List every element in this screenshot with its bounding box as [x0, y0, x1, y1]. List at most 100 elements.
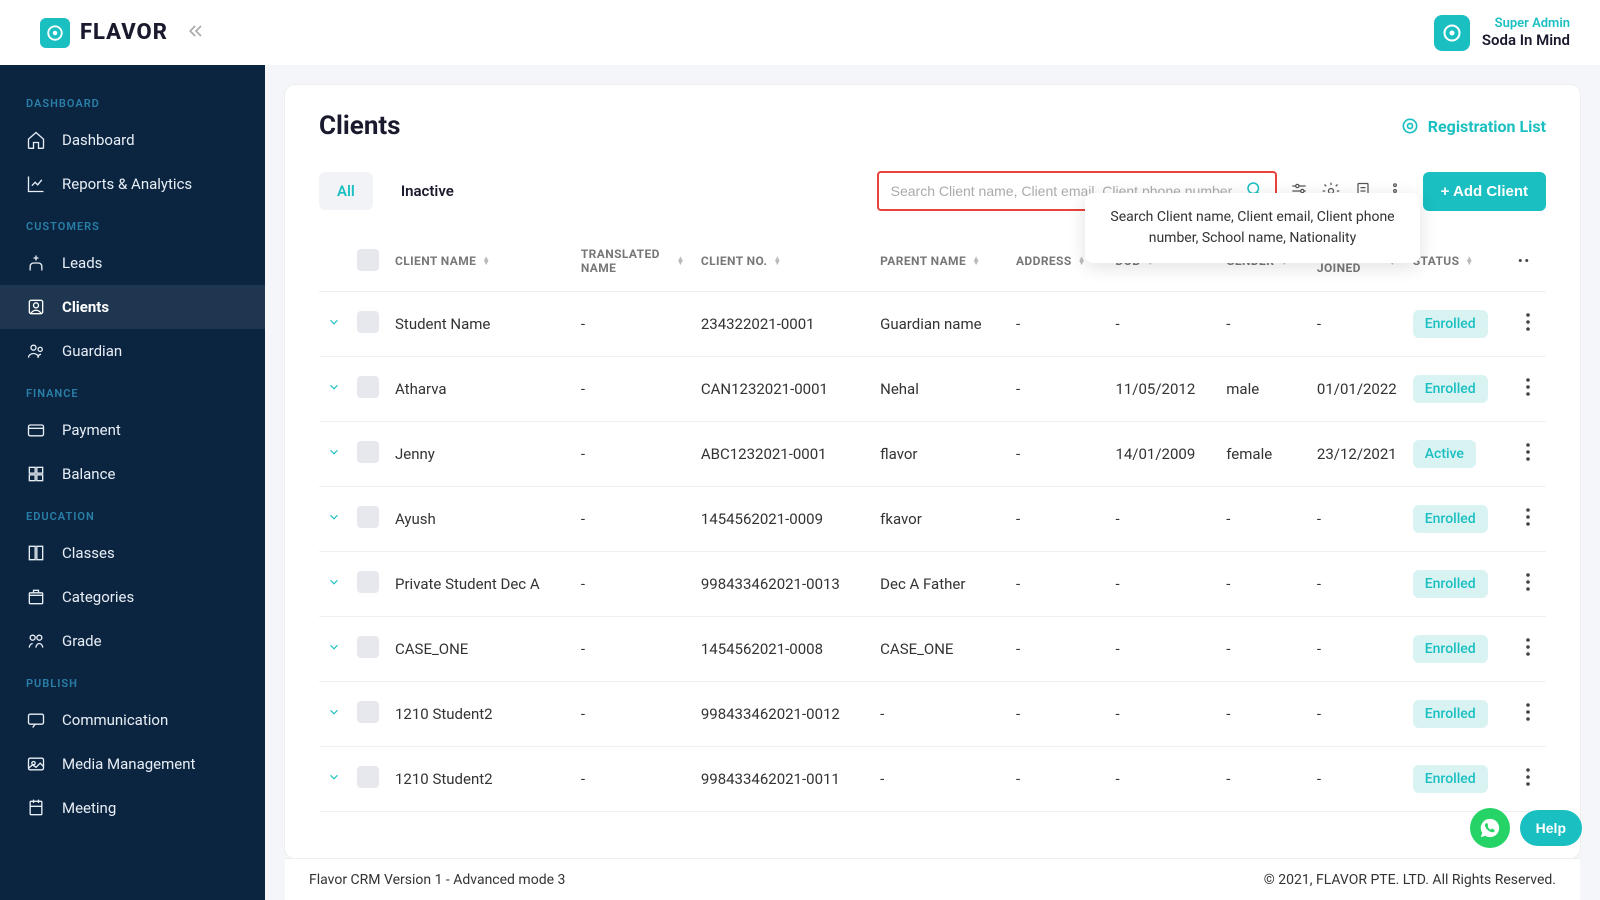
cell-gender: female — [1218, 422, 1309, 487]
copyright-text: © 2021, FLAVOR PTE. LTD. All Rights Rese… — [1264, 872, 1556, 888]
cell-parent-name: flavor — [872, 422, 1008, 487]
table-row: 1210 Student2-998433462021-0012-----Enro… — [319, 682, 1546, 747]
home-icon — [26, 130, 46, 150]
status-badge: Enrolled — [1413, 505, 1488, 533]
chevron-down-icon[interactable] — [327, 445, 341, 463]
sidebar-item-payment[interactable]: Payment — [0, 408, 265, 452]
row-checkbox[interactable] — [357, 571, 379, 593]
avatar-icon — [1434, 15, 1470, 51]
cell-date-joined: - — [1309, 617, 1405, 682]
grid-icon — [26, 464, 46, 484]
user-box-icon — [26, 297, 46, 317]
select-all-checkbox[interactable] — [357, 249, 379, 271]
user-role: Super Admin — [1495, 16, 1570, 31]
whatsapp-button[interactable] — [1470, 808, 1510, 848]
sidebar-item-communication[interactable]: Communication — [0, 698, 265, 742]
sidebar-item-label: Media Management — [62, 755, 195, 773]
row-checkbox[interactable] — [357, 506, 379, 528]
sidebar: DASHBOARDDashboardReports & AnalyticsCUS… — [0, 65, 265, 900]
row-menu-icon[interactable] — [1518, 317, 1538, 335]
add-client-button[interactable]: + Add Client — [1423, 172, 1546, 211]
sidebar-item-reports-analytics[interactable]: Reports & Analytics — [0, 162, 265, 206]
row-menu-icon[interactable] — [1518, 577, 1538, 595]
cell-client-name: 1210 Student2 — [387, 747, 573, 812]
chevron-down-icon[interactable] — [327, 575, 341, 593]
sidebar-collapse-button[interactable] — [186, 21, 206, 45]
cell-client-name: Private Student Dec A — [387, 552, 573, 617]
cell-translated-name: - — [573, 682, 693, 747]
chevron-down-icon[interactable] — [327, 770, 341, 788]
sidebar-item-dashboard[interactable]: Dashboard — [0, 118, 265, 162]
table-row: Atharva-CAN1232021-0001Nehal-11/05/2012m… — [319, 357, 1546, 422]
cell-address: - — [1008, 357, 1107, 422]
cell-dob: - — [1107, 487, 1218, 552]
cell-dob: - — [1107, 617, 1218, 682]
cell-dob: - — [1107, 747, 1218, 812]
sidebar-item-media-management[interactable]: Media Management — [0, 742, 265, 786]
row-menu-icon[interactable] — [1518, 642, 1538, 660]
row-checkbox[interactable] — [357, 311, 379, 333]
cell-date-joined: - — [1309, 747, 1405, 812]
sidebar-item-classes[interactable]: Classes — [0, 531, 265, 575]
cell-gender: - — [1218, 747, 1309, 812]
status-badge: Enrolled — [1413, 635, 1488, 663]
chevron-down-icon[interactable] — [327, 640, 341, 658]
sidebar-section-label: EDUCATION — [0, 496, 265, 531]
sidebar-item-meeting[interactable]: Meeting — [0, 786, 265, 830]
cell-translated-name: - — [573, 617, 693, 682]
cell-date-joined: - — [1309, 682, 1405, 747]
sidebar-item-grade[interactable]: Grade — [0, 619, 265, 663]
guardian-icon — [26, 341, 46, 361]
chevron-down-icon[interactable] — [327, 315, 341, 333]
cell-translated-name: - — [573, 357, 693, 422]
cell-address: - — [1008, 422, 1107, 487]
table-row: Jenny-ABC1232021-0001flavor-14/01/2009fe… — [319, 422, 1546, 487]
cell-date-joined: - — [1309, 552, 1405, 617]
row-menu-icon[interactable] — [1518, 707, 1538, 725]
chevron-down-icon[interactable] — [327, 510, 341, 528]
row-menu-icon[interactable] — [1518, 512, 1538, 530]
col-client-name[interactable]: CLIENT NAME▲▼ — [387, 231, 573, 292]
row-checkbox[interactable] — [357, 441, 379, 463]
help-button[interactable]: Help — [1520, 810, 1582, 846]
cell-client-no: ABC1232021-0001 — [693, 422, 872, 487]
sidebar-item-label: Categories — [62, 588, 134, 606]
row-checkbox[interactable] — [357, 766, 379, 788]
registration-list-label: Registration List — [1428, 117, 1546, 136]
sidebar-item-guardian[interactable]: Guardian — [0, 329, 265, 373]
tab-all[interactable]: All — [319, 172, 373, 210]
row-checkbox[interactable] — [357, 376, 379, 398]
tab-inactive[interactable]: Inactive — [383, 172, 472, 210]
cell-dob: - — [1107, 552, 1218, 617]
chevron-down-icon[interactable] — [327, 705, 341, 723]
search-tooltip: Search Client name, Client email, Client… — [1085, 193, 1420, 263]
row-menu-icon[interactable] — [1518, 447, 1538, 465]
col-status[interactable]: STATUS▲▼ — [1405, 231, 1510, 292]
sidebar-item-categories[interactable]: Categories — [0, 575, 265, 619]
chevron-down-icon[interactable] — [327, 380, 341, 398]
sidebar-item-clients[interactable]: Clients — [0, 285, 265, 329]
row-menu-icon[interactable] — [1518, 772, 1538, 790]
registration-list-link[interactable]: Registration List — [1400, 116, 1546, 136]
logo-icon — [40, 18, 70, 48]
cell-dob: 14/01/2009 — [1107, 422, 1218, 487]
brand-logo[interactable]: FLAVOR — [40, 18, 168, 48]
row-menu-icon[interactable] — [1518, 382, 1538, 400]
sidebar-item-leads[interactable]: Leads — [0, 241, 265, 285]
col-client-no[interactable]: CLIENT NO.▲▼ — [693, 231, 872, 292]
book-icon — [26, 543, 46, 563]
sidebar-item-label: Guardian — [62, 342, 122, 360]
col-translated-name[interactable]: TRANSLATED NAME▲▼ — [573, 231, 693, 292]
table-row: Private Student Dec A-998433462021-0013D… — [319, 552, 1546, 617]
cell-translated-name: - — [573, 487, 693, 552]
cell-parent-name: CASE_ONE — [872, 617, 1008, 682]
cell-gender: - — [1218, 552, 1309, 617]
row-checkbox[interactable] — [357, 701, 379, 723]
row-checkbox[interactable] — [357, 636, 379, 658]
user-menu[interactable]: Super Admin Soda In Mind — [1434, 15, 1570, 51]
col-parent-name[interactable]: PARENT NAME▲▼ — [872, 231, 1008, 292]
sidebar-item-balance[interactable]: Balance — [0, 452, 265, 496]
cell-dob: - — [1107, 682, 1218, 747]
sidebar-item-label: Communication — [62, 711, 168, 729]
cell-date-joined: - — [1309, 487, 1405, 552]
